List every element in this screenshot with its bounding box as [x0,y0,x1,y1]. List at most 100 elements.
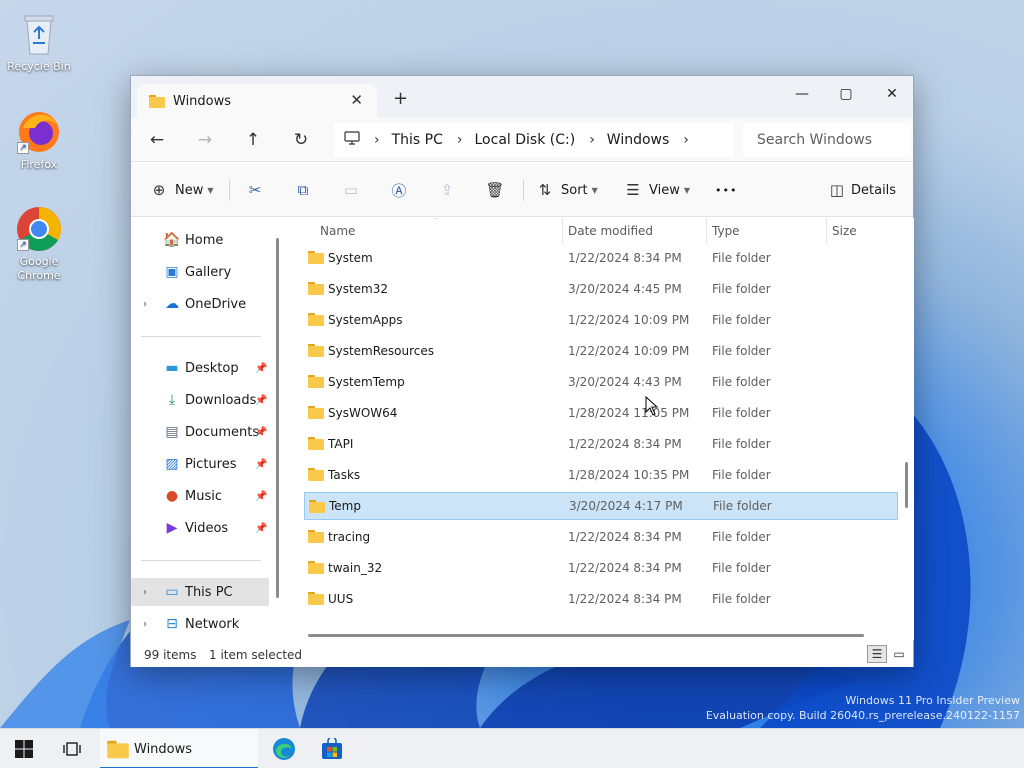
taskbar: Windows [0,728,1024,768]
sidebar-item-documents[interactable]: ▤ Documents 📌 [131,418,269,446]
tiles-view-button[interactable]: ▭ [889,645,909,663]
file-explorer-window: Windows ✕ + — ▢ ✕ ← → ↑ ↻ › This PC › Lo… [130,75,914,667]
sidebar-item-gallery[interactable]: ▣ Gallery [131,258,269,286]
breadcrumb-separator[interactable]: › [457,132,463,148]
file-type: File folder [713,499,772,513]
column-header-type[interactable]: Type [712,218,740,244]
chevron-right-icon[interactable]: › [143,619,147,630]
file-date-modified: 1/28/2024 11:05 PM [568,406,690,420]
paste-button[interactable]: ▭ [341,177,361,203]
table-row[interactable]: System32 3/20/2024 4:45 PM File folder [304,275,898,303]
start-button[interactable] [6,729,42,768]
breadcrumb-this-pc[interactable]: This PC [392,132,443,148]
breadcrumb-separator[interactable]: › [589,132,595,148]
vertical-scrollbar[interactable] [905,462,908,508]
breadcrumb-windows[interactable]: Windows [607,132,670,148]
rename-button[interactable]: Ⓐ [389,177,409,203]
table-row[interactable]: SystemApps 1/22/2024 10:09 PM File folder [304,306,898,334]
horizontal-scrollbar[interactable] [308,634,864,637]
forward-button[interactable]: → [189,126,221,154]
sidebar-item-label: Pictures [185,456,237,472]
new-tab-button[interactable]: + [393,88,408,109]
new-button[interactable]: ⊕ New ▼ [149,177,214,203]
details-view-button[interactable]: ☰ [867,645,887,663]
column-header-name[interactable]: Name [320,218,355,244]
table-row[interactable]: TAPI 1/22/2024 8:34 PM File folder [304,430,898,458]
file-date-modified: 1/22/2024 8:34 PM [568,530,682,544]
column-divider[interactable] [706,218,707,244]
videos-icon: ▶ [166,520,178,536]
table-row[interactable]: Tasks 1/28/2024 10:35 PM File folder [304,461,898,489]
sidebar-item-pictures[interactable]: ▨ Pictures 📌 [131,450,269,478]
chevron-right-icon[interactable]: › [143,299,147,310]
home-icon: 🏠 [163,232,181,248]
sidebar-item-this-pc[interactable]: › ▭ This PC [131,578,269,606]
table-row[interactable]: SysWOW64 1/28/2024 11:05 PM File folder [304,399,898,427]
delete-button[interactable]: 🗑 [485,177,505,203]
minimize-button[interactable]: — [779,80,825,108]
breadcrumb-separator[interactable]: › [683,132,689,148]
table-row[interactable]: System 1/22/2024 8:34 PM File folder [304,244,898,272]
details-pane-button[interactable]: ◫ Details [827,177,896,203]
file-type: File folder [712,592,771,606]
column-divider[interactable] [826,218,827,244]
sort-button[interactable]: ⇅ Sort ▼ [535,177,598,203]
table-row[interactable]: UUS 1/22/2024 8:34 PM File folder [304,585,898,613]
file-type: File folder [712,406,771,420]
table-row[interactable]: Temp 3/20/2024 4:17 PM File folder [304,492,898,520]
share-button[interactable]: ⇪ [437,177,457,203]
chevron-right-icon[interactable]: › [143,587,147,598]
taskbar-file-explorer[interactable]: Windows [100,729,258,768]
taskbar-edge[interactable] [266,729,302,768]
sidebar-scrollbar[interactable] [276,238,279,598]
address-bar[interactable]: › This PC › Local Disk (C:) › Windows › [334,123,734,157]
refresh-button[interactable]: ↻ [285,126,317,154]
sidebar-item-home[interactable]: 🏠 Home [131,226,269,254]
column-header-date[interactable]: Date modified [568,218,653,244]
chevron-down-icon: ▼ [683,185,691,195]
tab-windows[interactable]: Windows ✕ [137,84,377,118]
desktop-icon-label: Firefox [20,158,58,171]
table-row[interactable]: twain_32 1/22/2024 8:34 PM File folder [304,554,898,582]
sidebar-item-desktop[interactable]: ▬ Desktop 📌 [131,354,269,382]
sidebar-item-music[interactable]: ● Music 📌 [131,482,269,510]
search-input[interactable]: Search Windows [743,123,911,157]
desktop-icon-chrome[interactable]: ↗ Google Chrome [3,205,75,283]
table-row[interactable]: SystemResources 1/22/2024 10:09 PM File fo… [304,337,898,365]
more-options-button[interactable]: ••• [715,177,737,203]
table-row[interactable]: SystemTemp 3/20/2024 4:43 PM File folder [304,368,898,396]
column-header-size[interactable]: Size [832,218,857,244]
title-bar: Windows ✕ + — ▢ ✕ [131,76,913,118]
up-button[interactable]: ↑ [237,126,269,154]
breadcrumb-local-disk[interactable]: Local Disk (C:) [475,132,576,148]
task-view-button[interactable] [54,729,90,768]
file-list: ⌃ Name Date modified Type Size System 1/2… [288,218,914,640]
column-divider[interactable] [562,218,563,244]
sidebar-item-downloads[interactable]: ⤓ Downloads 📌 [131,386,269,414]
copy-button[interactable]: ⧉ [293,177,313,203]
file-date-modified: 1/22/2024 8:34 PM [568,251,682,265]
desktop-icon-firefox[interactable]: ↗ Firefox [3,108,75,172]
file-name: System [328,251,373,265]
sidebar-item-network[interactable]: › ⊟ Network [131,610,269,638]
sidebar-item-videos[interactable]: ▶ Videos 📌 [131,514,269,542]
download-icon: ⤓ [168,392,176,408]
maximize-button[interactable]: ▢ [823,80,869,108]
file-type: File folder [712,282,771,296]
file-type: File folder [712,251,771,265]
folder-icon [308,468,324,481]
view-button[interactable]: ☰ View ▼ [623,177,690,203]
file-type: File folder [712,313,771,327]
sidebar-item-onedrive[interactable]: › ☁ OneDrive [131,290,269,318]
file-name: UUS [328,592,354,606]
back-button[interactable]: ← [141,126,173,154]
table-row[interactable]: tracing 1/22/2024 8:34 PM File folder [304,523,898,551]
file-name: System32 [328,282,389,296]
file-type: File folder [712,530,771,544]
tab-close-button[interactable]: ✕ [350,91,363,109]
taskbar-store[interactable] [314,729,350,768]
close-button[interactable]: ✕ [869,80,915,108]
cut-button[interactable]: ✂ [245,177,265,203]
desktop-icon-recycle-bin[interactable]: Recycle Bin [3,10,75,74]
sidebar-divider [141,560,261,561]
